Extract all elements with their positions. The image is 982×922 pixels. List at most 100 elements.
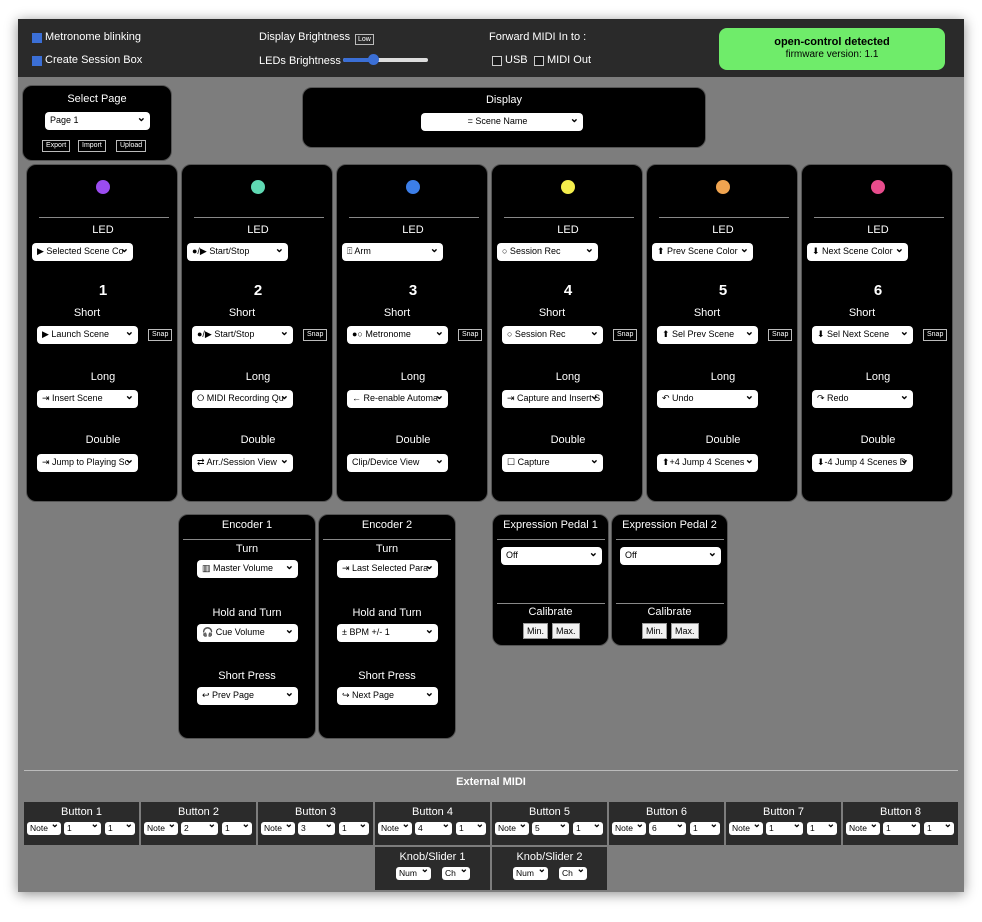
long-action-select[interactable]: ⇥ Capture and Insert S	[502, 390, 603, 408]
midi-type-select[interactable]: Note	[729, 819, 763, 835]
led-action-select[interactable]: ⍐ Arm	[342, 243, 443, 261]
midi-type-select[interactable]: Note	[27, 819, 61, 835]
button-number: 5	[718, 282, 728, 299]
double-action-select[interactable]: ☐ Capture	[502, 454, 603, 472]
long-action-select[interactable]: ↷ Redo	[812, 390, 913, 408]
usb-checkbox[interactable]	[492, 56, 502, 66]
snap-button[interactable]: Snap	[458, 329, 483, 341]
midi-channel-select[interactable]: 1	[573, 819, 603, 835]
midi-type-select[interactable]: Note	[846, 819, 880, 835]
snap-button[interactable]: Snap	[923, 329, 948, 341]
knob-number-select[interactable]: Num	[396, 864, 431, 880]
pedal-title: Expression Pedal 1	[503, 519, 598, 531]
double-action-select[interactable]: Clip/Device View	[347, 454, 448, 472]
leds-brightness-slider[interactable]	[343, 54, 428, 65]
app-window: Metronome blinking Create Session Box Di…	[18, 19, 964, 892]
short-action-select[interactable]: ●/▶ Start/Stop	[192, 326, 293, 344]
snap-button[interactable]: Snap	[613, 329, 638, 341]
double-label: Double	[85, 434, 121, 446]
external-button-4: Button 4Note41	[375, 802, 490, 845]
snap-button[interactable]: Snap	[148, 329, 173, 341]
upload-button[interactable]: Upload	[116, 140, 147, 152]
short-action-select[interactable]: ○ Session Rec	[502, 326, 603, 344]
calibrate-label: Calibrate	[647, 606, 692, 618]
double-action-select[interactable]: ⬆+4 Jump 4 Scenes	[657, 454, 758, 472]
led-action-select[interactable]: ⬇ Next Scene Color	[807, 243, 908, 261]
hold-turn-action-select[interactable]: 🎧 Cue Volume	[197, 624, 298, 642]
double-action-select[interactable]: ⇥ Jump to Playing Sc	[37, 454, 138, 472]
midi-channel-select[interactable]: 1	[456, 819, 486, 835]
external-button-7: Button 7Note11	[726, 802, 841, 845]
short-action-select[interactable]: ⬇ Sel Next Scene	[812, 326, 913, 344]
led-action-select[interactable]: ▶ Selected Scene Co	[32, 243, 133, 261]
long-label: Long	[90, 371, 116, 383]
metronome-checkbox[interactable]	[32, 33, 42, 43]
snap-button[interactable]: Snap	[303, 329, 328, 341]
knob-channel-select[interactable]: Ch	[442, 864, 470, 880]
long-action-select[interactable]: ⇥ Insert Scene	[37, 390, 138, 408]
led-action-select[interactable]: ●/▶ Start/Stop	[187, 243, 288, 261]
long-action-select[interactable]: ← Re-enable Automa	[347, 390, 448, 408]
display-select[interactable]: = Scene Name	[421, 113, 583, 131]
export-button[interactable]: Export	[42, 140, 71, 152]
midi-channel-select[interactable]: 1	[807, 819, 837, 835]
long-action-select[interactable]: ⭘ MIDI Recording Qu	[192, 390, 293, 408]
short-press-action-select[interactable]: ↩ Prev Page	[197, 687, 298, 705]
midi-type-select[interactable]: Note	[612, 819, 646, 835]
calibrate-min-button[interactable]: Min.	[523, 623, 549, 639]
knob-channel-select[interactable]: Ch	[559, 864, 587, 880]
turn-action-select[interactable]: ▥ Master Volume	[197, 560, 298, 578]
midi-number-select[interactable]: 1	[766, 819, 803, 835]
midi-number-select[interactable]: 3	[298, 819, 335, 835]
external-button-3: Button 3Note31	[258, 802, 373, 845]
short-action-select[interactable]: ⬆ Sel Prev Scene	[657, 326, 758, 344]
pedal-mode-select[interactable]: Off	[501, 547, 602, 565]
short-action-select[interactable]: ●○ Metronome	[347, 326, 448, 344]
midi-type-select[interactable]: Note	[144, 819, 178, 835]
midi-number-select[interactable]: 4	[415, 819, 452, 835]
midi-channel-select[interactable]: 1	[924, 819, 954, 835]
calibrate-max-button[interactable]: Max.	[671, 623, 699, 639]
long-action-select[interactable]: ↶ Undo	[657, 390, 758, 408]
double-label: Double	[395, 434, 431, 446]
long-label: Long	[865, 371, 891, 383]
double-action-select[interactable]: ⬇-4 Jump 4 Scenes D	[812, 454, 913, 472]
session-box-checkbox[interactable]	[32, 56, 42, 66]
knob-number-select[interactable]: Num	[513, 864, 548, 880]
midi-number-select[interactable]: 5	[532, 819, 569, 835]
midi-out-checkbox[interactable]	[534, 56, 544, 66]
short-press-action-select[interactable]: ↪ Next Page	[337, 687, 438, 705]
midi-number-select[interactable]: 2	[181, 819, 218, 835]
hold-turn-action-select[interactable]: ± BPM +/- 1	[337, 624, 438, 642]
pedal-mode-select[interactable]: Off	[620, 547, 721, 565]
turn-action-select[interactable]: ⇥ Last Selected Para	[337, 560, 438, 578]
midi-type-select[interactable]: Note	[378, 819, 412, 835]
short-label: Short	[228, 307, 256, 319]
external-button-label: Button 8	[880, 806, 921, 818]
midi-channel-select[interactable]: 1	[339, 819, 369, 835]
slider-thumb[interactable]	[367, 54, 379, 65]
button-number: 4	[563, 282, 573, 299]
midi-number-select[interactable]: 1	[64, 819, 101, 835]
page-select[interactable]: Page 1	[45, 112, 150, 130]
double-action-select[interactable]: ⇄ Arr./Session View	[192, 454, 293, 472]
button-column-5: LED ⬆ Prev Scene Color 5 Short ⬆ Sel Prev Sc…	[646, 164, 798, 502]
midi-channel-select[interactable]: 1	[222, 819, 252, 835]
calibrate-min-button[interactable]: Min.	[642, 623, 668, 639]
midi-type-select[interactable]: Note	[495, 819, 529, 835]
import-button[interactable]: Import	[78, 140, 106, 152]
snap-button[interactable]: Snap	[768, 329, 793, 341]
led-action-select[interactable]: ○ Session Rec	[497, 243, 598, 261]
midi-channel-select[interactable]: 1	[690, 819, 720, 835]
display-brightness-select[interactable]: Low	[355, 34, 374, 45]
calibrate-max-button[interactable]: Max.	[552, 623, 580, 639]
midi-number-select[interactable]: 1	[883, 819, 920, 835]
short-action-select[interactable]: ▶ Launch Scene	[37, 326, 138, 344]
led-action-select[interactable]: ⬆ Prev Scene Color	[652, 243, 753, 261]
midi-number-select[interactable]: 6	[649, 819, 686, 835]
button-column-4: LED ○ Session Rec 4 Short ○ Session Rec Snap L…	[491, 164, 643, 502]
button-number: 3	[408, 282, 418, 299]
external-button-6: Button 6Note61	[609, 802, 724, 845]
midi-channel-select[interactable]: 1	[105, 819, 135, 835]
midi-type-select[interactable]: Note	[261, 819, 295, 835]
